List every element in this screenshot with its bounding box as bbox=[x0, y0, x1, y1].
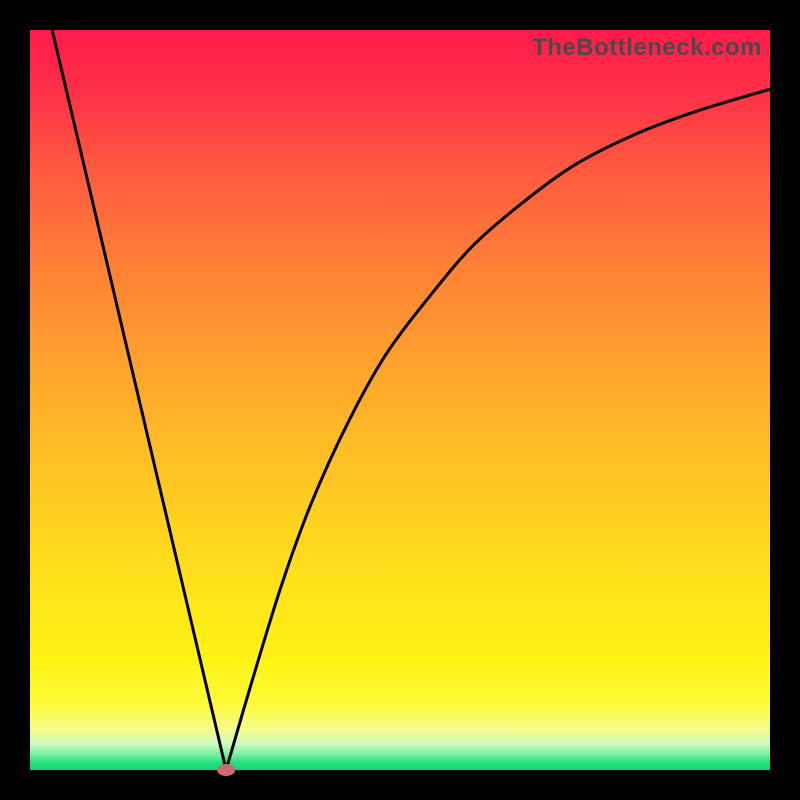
optimal-point-marker bbox=[217, 764, 235, 776]
chart-frame: TheBottleneck.com bbox=[0, 0, 800, 800]
curve-layer bbox=[30, 30, 770, 770]
bottleneck-curve bbox=[52, 30, 770, 770]
plot-area: TheBottleneck.com bbox=[30, 30, 770, 770]
